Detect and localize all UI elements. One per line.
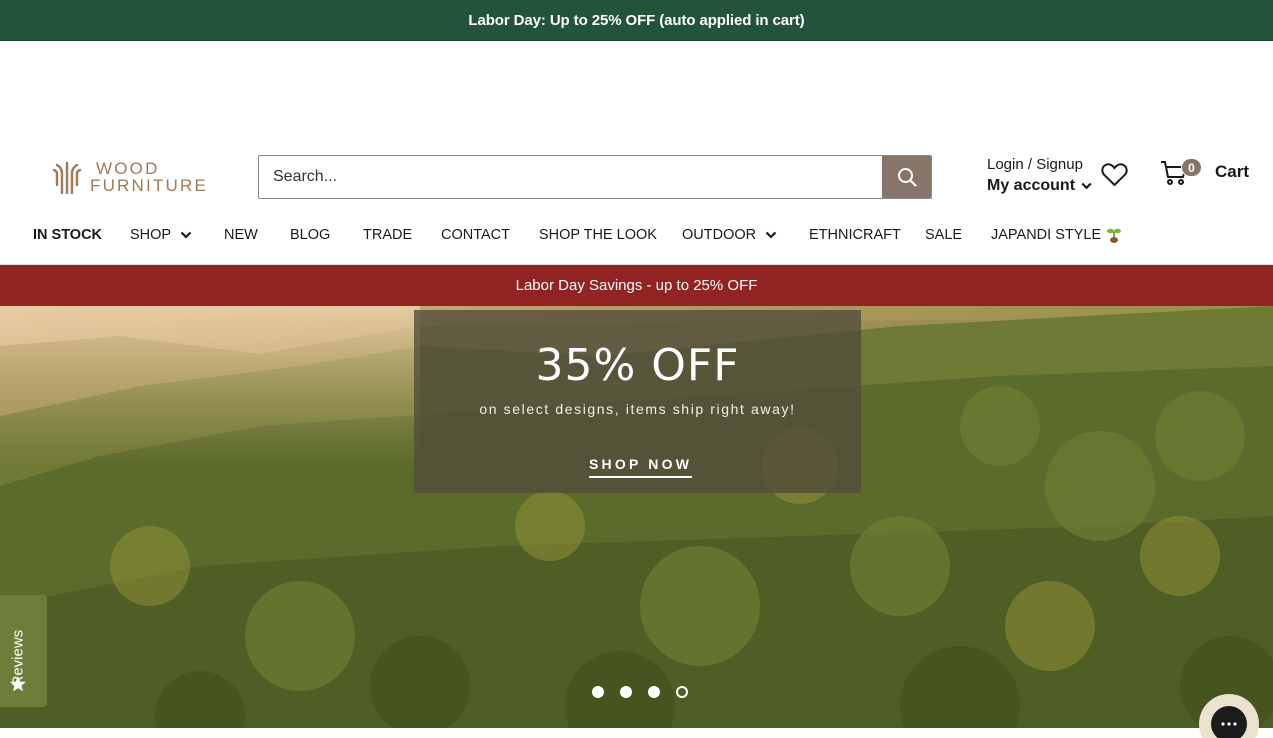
nav-item-label: NEW <box>224 227 258 243</box>
main-nav: IN STOCK SHOP NEW BLOG TRADE CONTACT SHO… <box>0 222 1273 248</box>
nav-item-japandi-style[interactable]: JAPANDI STYLE <box>991 222 1122 248</box>
nav-item-contact[interactable]: CONTACT <box>441 222 510 248</box>
account-menu[interactable]: Login / Signup My account <box>987 156 1092 195</box>
cart-label: Cart <box>1215 162 1250 181</box>
logo-text-line1: WOOD <box>96 159 160 178</box>
chevron-down-icon <box>180 231 192 239</box>
chevron-down-icon <box>765 231 777 239</box>
search-input[interactable] <box>259 156 882 198</box>
nav-item-shop-the-look[interactable]: SHOP THE LOOK <box>539 222 657 248</box>
star-icon <box>10 676 26 692</box>
nav-item-outdoor[interactable]: OUTDOOR <box>682 222 777 248</box>
hero-promo-box: 35% OFF on select designs, items ship ri… <box>414 310 861 493</box>
slider-dots <box>592 686 688 698</box>
my-account-label: My account <box>987 177 1076 194</box>
nav-item-label: BLOG <box>290 227 331 243</box>
nav-item-label: TRADE <box>363 227 413 243</box>
nav-item-ethnicraft[interactable]: ETHNICRAFT <box>809 222 901 248</box>
nav-item-new[interactable]: NEW <box>224 222 258 248</box>
search-icon <box>897 168 917 187</box>
sprout-icon <box>1107 228 1122 243</box>
shop-now-button[interactable]: SHOP NOW <box>589 456 693 478</box>
promo-bar[interactable]: Labor Day Savings - up to 25% OFF <box>0 265 1273 306</box>
site-header: WOOD FURNITURE Login / Signup My account <box>0 148 1273 208</box>
hero-subtitle: on select designs, items ship right away… <box>479 401 796 417</box>
nav-item-shop[interactable]: SHOP <box>130 222 192 248</box>
slider-dot-active[interactable] <box>676 686 688 698</box>
announcement-text: Labor Day: Up to 25% OFF (auto applied i… <box>468 11 805 29</box>
slider-dot[interactable] <box>648 686 660 698</box>
nav-item-trade[interactable]: TRADE <box>363 222 412 248</box>
chat-icon <box>1211 706 1247 738</box>
nav-item-label: SHOP THE LOOK <box>539 227 657 243</box>
chevron-down-icon <box>1081 182 1092 190</box>
cart-button[interactable]: 0 Cart <box>1160 158 1249 186</box>
nav-item-label: IN STOCK <box>33 227 103 243</box>
nav-item-label: JAPANDI STYLE <box>991 227 1102 243</box>
nav-item-label: ETHNICRAFT <box>809 227 901 243</box>
promo-bar-text: Labor Day Savings - up to 25% OFF <box>515 277 758 294</box>
logo-text-line2: FURNITURE <box>90 176 209 195</box>
search-button[interactable] <box>882 156 931 198</box>
hero-title: 35% OFF <box>535 340 740 391</box>
reviews-tab[interactable]: Reviews <box>0 595 47 707</box>
nav-item-in-stock[interactable]: IN STOCK <box>33 222 102 248</box>
announcement-bar: Labor Day: Up to 25% OFF (auto applied i… <box>0 0 1273 41</box>
nav-item-label: SALE <box>925 227 963 243</box>
my-account-dropdown[interactable]: My account <box>987 177 1092 195</box>
slider-dot[interactable] <box>592 686 604 698</box>
hero-slider[interactable]: 35% OFF on select designs, items ship ri… <box>0 306 1273 728</box>
nav-item-label: OUTDOOR <box>682 227 757 243</box>
nav-item-blog[interactable]: BLOG <box>290 222 330 248</box>
slider-dot[interactable] <box>620 686 632 698</box>
wishlist-button[interactable] <box>1101 162 1128 192</box>
logo-icon <box>52 161 82 194</box>
nav-item-label: CONTACT <box>441 227 511 243</box>
nav-item-label: SHOP <box>130 227 172 243</box>
search-bar <box>258 155 932 199</box>
nav-item-sale[interactable]: SALE <box>925 222 962 248</box>
heart-icon <box>1101 163 1128 187</box>
login-signup-link[interactable]: Login / Signup <box>987 156 1092 173</box>
site-logo[interactable]: WOOD FURNITURE <box>52 160 208 194</box>
cart-count-badge: 0 <box>1181 158 1202 177</box>
